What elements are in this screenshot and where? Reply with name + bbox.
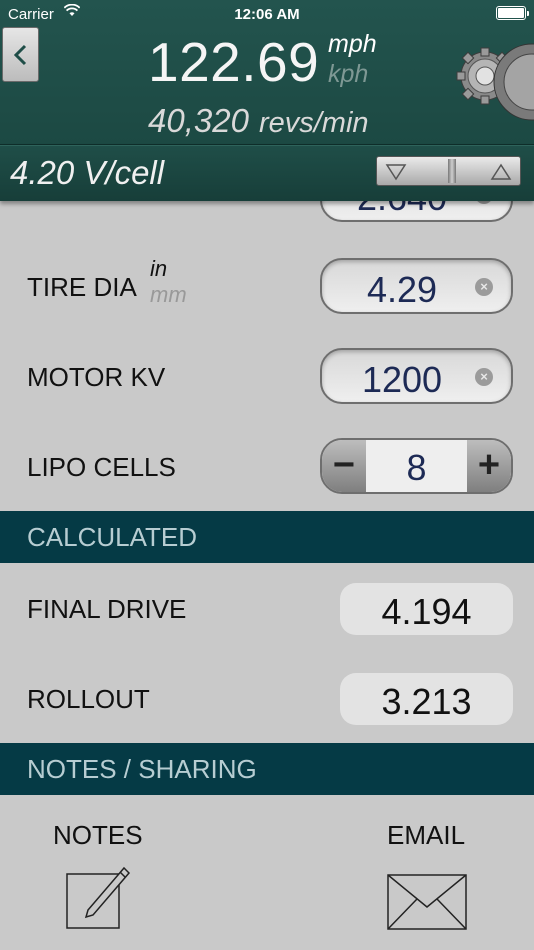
tire-dia-value: 4.29	[366, 269, 438, 310]
clear-icon[interactable]: ×	[475, 278, 493, 296]
settings-gears-button[interactable]	[452, 38, 534, 138]
motor-kv-value: 1200	[361, 359, 443, 400]
clear-icon[interactable]: ×	[475, 368, 493, 386]
motor-kv-label: MOTOR KV	[27, 362, 166, 392]
tire-dia-field[interactable]: 4.29 ×	[320, 258, 513, 314]
rollout-label: ROLLOUT	[27, 684, 150, 714]
notes-label: NOTES	[53, 820, 143, 850]
unit-mph-toggle[interactable]: mph	[328, 30, 377, 59]
rollout-value: 3.213	[381, 681, 472, 722]
final-drive-value: 4.194	[381, 591, 472, 632]
lipo-cells-row: LIPO CELLS − 8 +	[0, 438, 534, 498]
gears-icon	[456, 43, 534, 121]
revs-readout: 40,320 revs/min	[148, 102, 369, 140]
voltage-bar: 4.20 V/cell	[0, 145, 534, 201]
final-drive-row: FINAL DRIVE 4.194	[0, 583, 534, 635]
voltage-stepper[interactable]	[376, 156, 521, 186]
tire-dia-row: TIRE DIA in mm 4.29 ×	[0, 256, 534, 318]
tire-unit-in-toggle[interactable]: in	[150, 256, 167, 282]
rollout-row: ROLLOUT 3.213	[0, 673, 534, 725]
email-label: EMAIL	[387, 820, 466, 850]
speed-value: 122.69	[148, 31, 320, 93]
tire-dia-label: TIRE DIA	[27, 272, 137, 302]
clock: 12:06 AM	[234, 6, 300, 23]
increment-button[interactable]: +	[467, 440, 511, 492]
revs-label: revs/min	[258, 107, 369, 139]
decrement-button[interactable]: −	[322, 440, 366, 492]
revs-value: 40,320	[148, 102, 249, 139]
back-button[interactable]	[2, 27, 39, 82]
lipo-cells-value: 8	[406, 447, 427, 488]
header-bar: Carrier 12:06 AM 122.69 mph kph 40,320 re…	[0, 0, 534, 145]
rollout-output: 3.213	[340, 673, 513, 725]
unit-kph-toggle[interactable]: kph	[328, 60, 368, 89]
motor-kv-row: MOTOR KV 1200 ×	[0, 348, 534, 408]
status-bar: Carrier 12:06 AM	[0, 0, 534, 28]
voltage-value: 4.20 V/cell	[10, 154, 165, 191]
section-header-notes-sharing: NOTES / SHARING	[0, 743, 534, 795]
chevron-left-icon	[13, 44, 26, 65]
triangle-down-icon[interactable]	[385, 162, 407, 182]
envelope-icon[interactable]	[387, 874, 467, 930]
lipo-cells-label: LIPO CELLS	[27, 452, 176, 482]
final-drive-output: 4.194	[340, 583, 513, 635]
pencil-note-icon[interactable]	[66, 864, 132, 930]
lipo-cells-stepper: − 8 +	[320, 438, 513, 494]
section-header-calculated: CALCULATED	[0, 511, 534, 563]
final-drive-label: FINAL DRIVE	[27, 594, 187, 624]
voltage-stepper-divider	[448, 159, 456, 183]
battery-icon	[496, 6, 529, 20]
triangle-up-icon[interactable]	[490, 162, 512, 182]
tire-unit-mm-toggle[interactable]: mm	[150, 282, 187, 308]
motor-kv-field[interactable]: 1200 ×	[320, 348, 513, 404]
